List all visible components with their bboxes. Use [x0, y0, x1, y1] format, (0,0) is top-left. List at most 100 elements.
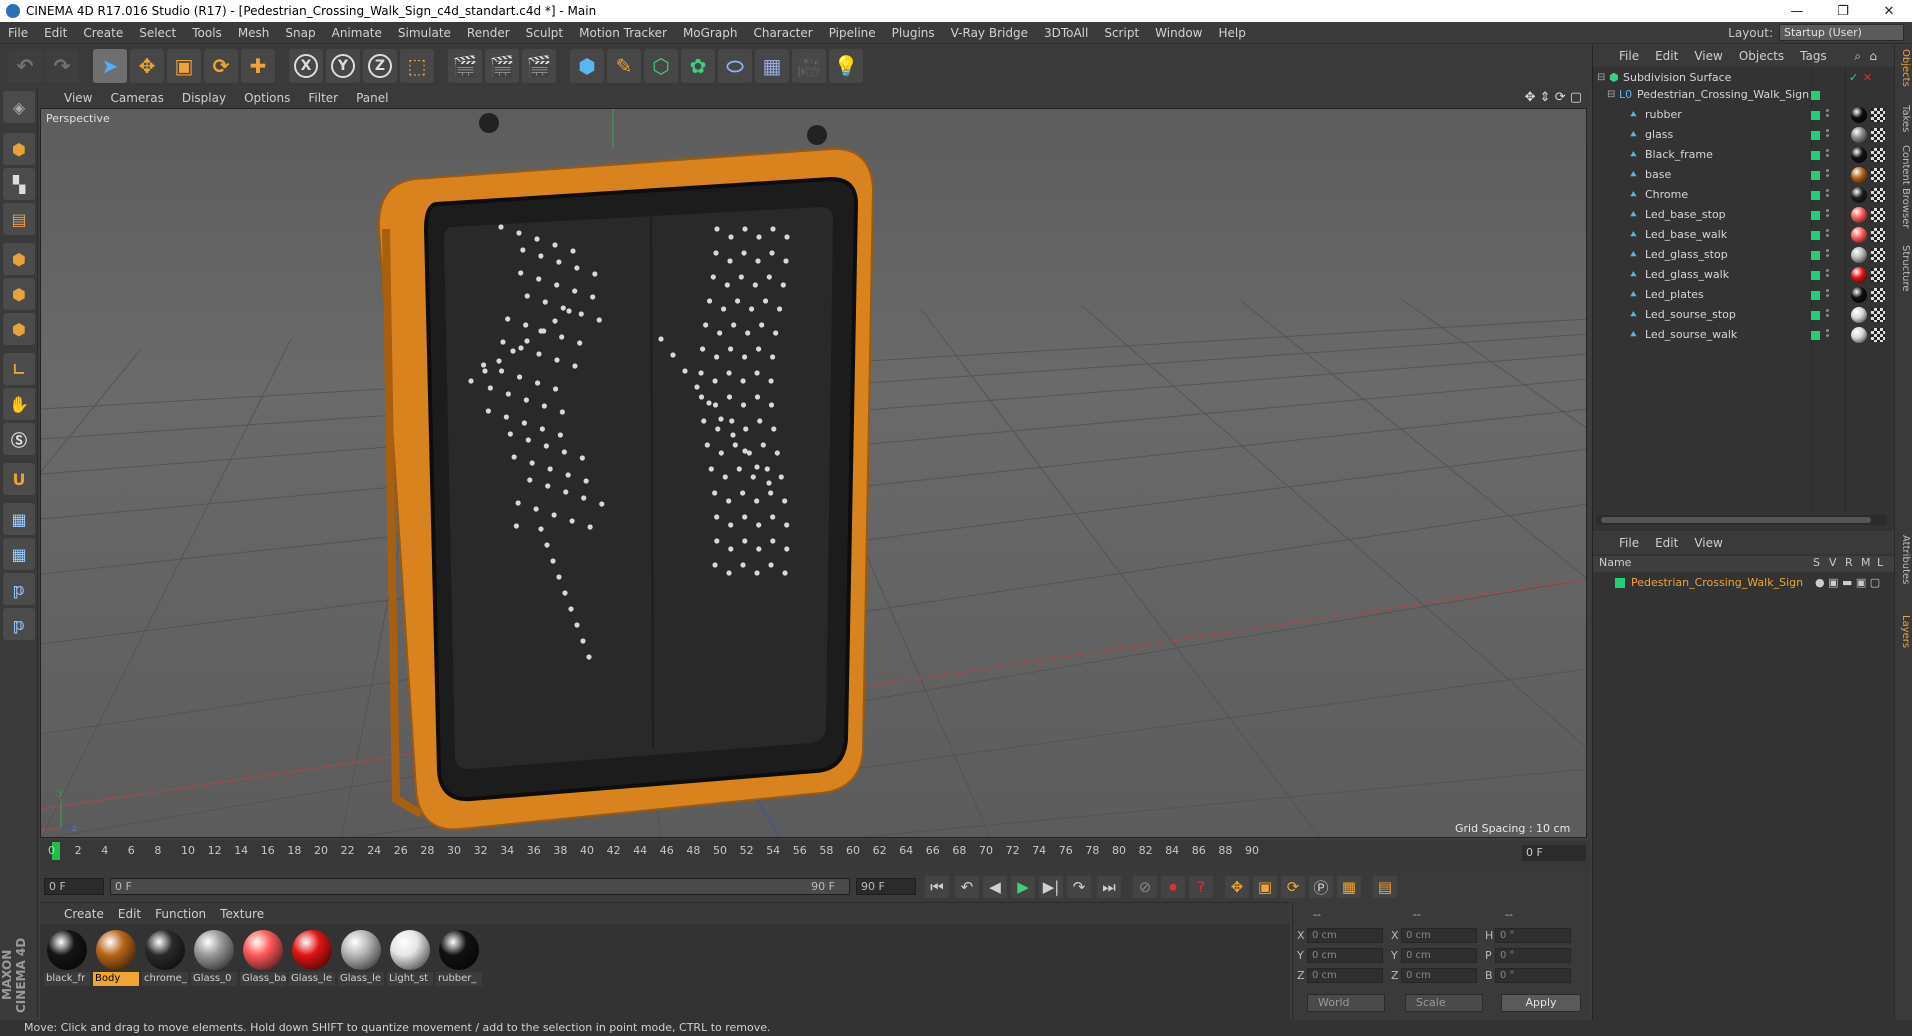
material-tag-icon[interactable] [1851, 327, 1867, 343]
material-swatch[interactable]: Glass_ba [240, 928, 286, 994]
editor-visibility-icon[interactable] [1811, 231, 1820, 240]
menu-select[interactable]: Select [131, 26, 184, 40]
mograph-button[interactable]: ✿ [681, 49, 715, 83]
menu-3dtoall[interactable]: 3DToAll [1036, 26, 1096, 40]
object-row[interactable]: ⯅ Chrome [1593, 185, 1895, 205]
snap-button[interactable]: Ⓢ [3, 423, 35, 455]
coord-value-field[interactable]: 0 cm [1401, 928, 1477, 943]
object-row[interactable]: ⯅ Led_base_stop [1593, 205, 1895, 225]
floor-button[interactable]: ▦ [755, 49, 789, 83]
obj-menu-view[interactable]: View [1694, 49, 1722, 63]
workplane-button[interactable]: ▤ [3, 203, 35, 235]
mat-menu-function[interactable]: Function [155, 907, 206, 921]
coord-value-field[interactable]: 0 ° [1495, 948, 1571, 963]
viewport-menu-cameras[interactable]: Cameras [110, 91, 163, 105]
key-scale-button[interactable]: ▣ [1253, 876, 1277, 898]
y-axis-button[interactable]: Y [326, 49, 360, 83]
object-row[interactable]: ⯅ Led_base_walk [1593, 225, 1895, 245]
autokey-button[interactable]: ⏺ [1161, 876, 1185, 898]
texture-tag-icon[interactable] [1871, 308, 1885, 322]
obj-menu-objects[interactable]: Objects [1739, 49, 1784, 63]
mat-menu-edit[interactable]: Edit [118, 907, 141, 921]
world-dropdown[interactable]: World [1307, 994, 1385, 1012]
editor-visibility-icon[interactable] [1811, 291, 1820, 300]
menu-mograph[interactable]: MoGraph [675, 26, 746, 40]
apply-button[interactable]: Apply [1501, 994, 1581, 1012]
model-mode-button[interactable]: ⬢ [3, 133, 35, 165]
menu-character[interactable]: Character [745, 26, 820, 40]
texture-tag-icon[interactable] [1871, 228, 1885, 242]
close-button[interactable]: ✕ [1866, 0, 1912, 22]
render-visibility-icon[interactable] [1826, 249, 1830, 261]
material-swatch[interactable]: Glass_le [289, 928, 335, 994]
camera-button[interactable]: 🎥 [792, 49, 826, 83]
object-row[interactable]: ⯅ Led_glass_stop [1593, 245, 1895, 265]
render-view-button[interactable]: 🎬 [448, 49, 482, 83]
tab-layers[interactable]: Layers [1897, 615, 1911, 648]
render-picture-viewer-button[interactable]: 🎬 [485, 49, 519, 83]
deformer-button[interactable]: ⬭ [718, 49, 752, 83]
key-pla-button[interactable]: ▦ [1337, 876, 1361, 898]
texture-tag-icon[interactable] [1871, 108, 1885, 122]
subdivision-button[interactable]: ⬡ [644, 49, 678, 83]
restore-button[interactable]: ❐ [1820, 0, 1866, 22]
material-tag-icon[interactable] [1851, 227, 1867, 243]
key-rotation-button[interactable]: ⟳ [1281, 876, 1305, 898]
collapse-icon[interactable]: ⊟ [1597, 73, 1607, 83]
previous-frame-button[interactable]: ◀ [983, 876, 1007, 898]
menu-tools[interactable]: Tools [184, 26, 230, 40]
render-visibility-icon[interactable] [1826, 289, 1830, 301]
end-frame-field[interactable]: 90 F [856, 878, 916, 895]
editor-visibility-icon[interactable] [1811, 111, 1820, 120]
texture-tag-icon[interactable] [1871, 188, 1885, 202]
tweak-button[interactable]: ✋ [3, 388, 35, 420]
coord-value-field[interactable]: 0 cm [1307, 948, 1383, 963]
light-button[interactable]: 💡 [829, 49, 863, 83]
go-to-end-button[interactable]: ⏭ [1097, 876, 1121, 898]
tab-takes[interactable]: Takes [1897, 105, 1911, 132]
render-visibility-icon[interactable] [1826, 329, 1830, 341]
layer-menu-view[interactable]: View [1694, 536, 1722, 550]
obj-menu-file[interactable]: File [1619, 49, 1639, 63]
object-row[interactable]: ⯅ rubber [1593, 105, 1895, 125]
layer-row[interactable]: Pedestrian_Crossing_Walk_Sign ● ▣ ▬ ▣ ▢ [1593, 574, 1895, 592]
render-settings-button[interactable]: 🎬 [522, 49, 556, 83]
range-slider[interactable]: 0 F 90 F [110, 878, 850, 895]
render-visibility-icon[interactable] [1826, 149, 1830, 161]
previous-key-button[interactable]: ↶ [955, 876, 979, 898]
render-visibility-icon[interactable] [1826, 229, 1830, 241]
viewport-menu-display[interactable]: Display [182, 91, 226, 105]
editor-visibility-icon[interactable] [1811, 171, 1820, 180]
x-axis-button[interactable]: X [289, 49, 323, 83]
material-tag-icon[interactable] [1851, 307, 1867, 323]
tab-content-browser[interactable]: Content Browser [1897, 145, 1911, 228]
go-to-start-button[interactable]: ⏮ [925, 876, 949, 898]
render-visibility-icon[interactable] [1826, 129, 1830, 141]
polygons-mode-button[interactable]: ⬢ [3, 313, 35, 345]
editor-visibility-icon[interactable] [1811, 211, 1820, 220]
viewport-menu-view[interactable]: View [64, 91, 92, 105]
coord-value-field[interactable]: 0 cm [1401, 968, 1477, 983]
coord-value-field[interactable]: 0 ° [1495, 968, 1571, 983]
move-tool-button[interactable]: ✥ [130, 49, 164, 83]
layer-menu-file[interactable]: File [1619, 536, 1639, 550]
start-frame-field[interactable]: 0 F [44, 878, 104, 895]
menu-snap[interactable]: Snap [277, 26, 323, 40]
render-visibility-icon[interactable] [1826, 109, 1830, 121]
render-visibility-icon[interactable] [1826, 189, 1830, 201]
rotate-tool-button[interactable]: ⟳ [204, 49, 238, 83]
texture-tag-icon[interactable] [1871, 148, 1885, 162]
coordinate-system-button[interactable]: ⬚ [400, 49, 434, 83]
material-tag-icon[interactable] [1851, 207, 1867, 223]
menu-motion-tracker[interactable]: Motion Tracker [571, 26, 675, 40]
material-swatch[interactable]: Light_st [387, 928, 433, 994]
object-manager-scrollbar[interactable] [1597, 515, 1887, 525]
material-tag-icon[interactable] [1851, 267, 1867, 283]
material-swatch[interactable]: Glass_0 [191, 928, 237, 994]
render-visibility-icon[interactable] [1826, 209, 1830, 221]
viewport-menu-filter[interactable]: Filter [308, 91, 338, 105]
grid-magnet-button[interactable]: ▦ [3, 538, 35, 570]
redo-button[interactable]: ↷ [45, 49, 79, 83]
menu-mesh[interactable]: Mesh [230, 26, 278, 40]
material-tag-icon[interactable] [1851, 127, 1867, 143]
